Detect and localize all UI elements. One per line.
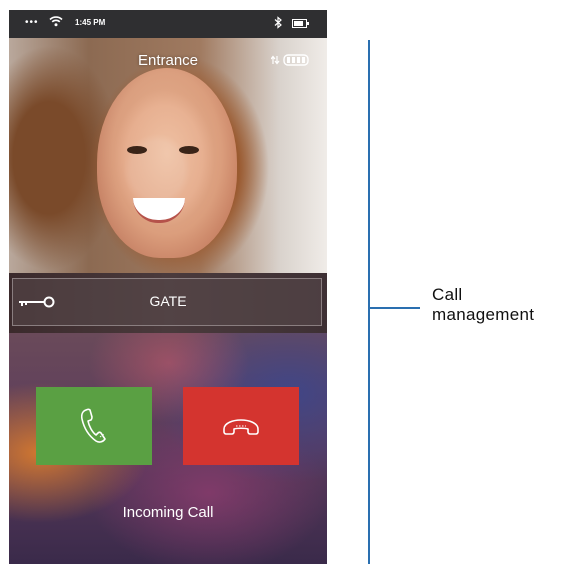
status-bar: ••• 1:45 PM <box>9 10 327 38</box>
annotation-bracket-line <box>368 40 370 564</box>
annotation-label-line2: management <box>432 305 535 324</box>
gate-label: GATE <box>149 293 187 309</box>
gate-open-button[interactable]: GATE <box>12 278 322 326</box>
visitor-eye-right <box>179 146 199 154</box>
annotation-pointer-line <box>370 307 420 309</box>
phone-icon <box>80 408 106 443</box>
call-status-text: Incoming Call <box>122 504 214 521</box>
annotation-label: Call management <box>432 285 562 325</box>
annotation-label-line1: Call <box>432 285 463 304</box>
bluetooth-icon <box>274 16 282 29</box>
wifi-icon <box>49 16 63 27</box>
visitor-face <box>97 68 237 258</box>
visitor-eye-left <box>127 146 147 154</box>
video-feed: Entrance <box>9 38 327 273</box>
battery-icon <box>292 19 309 28</box>
decline-call-button[interactable] <box>183 387 299 465</box>
signal-strength-icon <box>271 54 309 66</box>
gate-bar: GATE <box>9 273 327 333</box>
hang-up-icon <box>223 419 259 435</box>
phone-screen: ••• 1:45 PM Entrance GATE Incoming Call <box>9 10 327 564</box>
cell-signal-dots: ••• <box>25 17 39 28</box>
accept-call-button[interactable] <box>36 387 152 465</box>
call-area: Incoming Call <box>9 333 327 564</box>
status-time: 1:45 PM <box>75 18 106 27</box>
